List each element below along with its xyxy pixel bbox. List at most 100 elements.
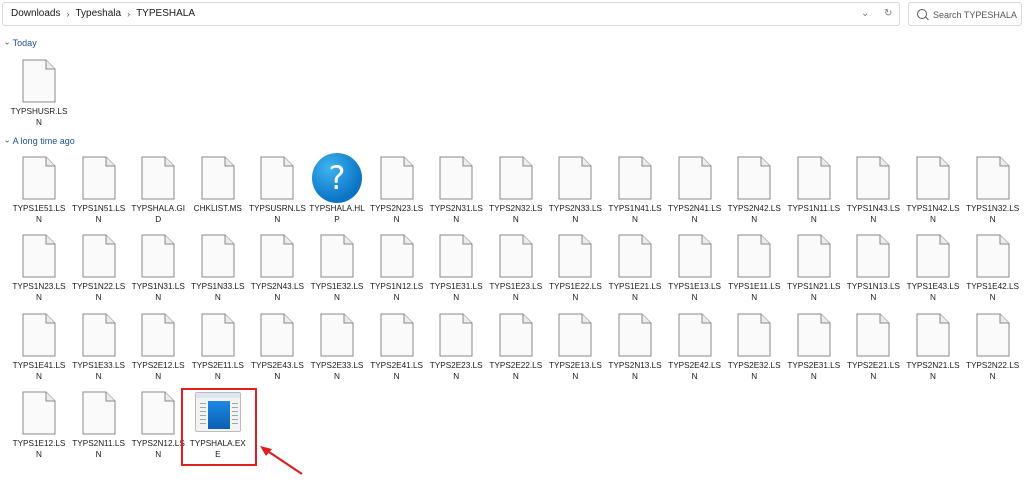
file-item[interactable]: TYPS1N33.LSN (189, 231, 247, 303)
document-icon (189, 310, 247, 360)
file-item[interactable]: TYPS1E13.LSN (666, 231, 724, 303)
file-item[interactable]: TYPS1E42.LSN (964, 231, 1022, 303)
file-item[interactable]: ? TYPSHALA.HLP (308, 153, 366, 225)
blank-page-icon (916, 313, 950, 357)
file-item[interactable]: TYPS2N12.LSN (129, 388, 187, 460)
file-item[interactable]: TYPS1N42.LSN (904, 153, 962, 225)
file-item[interactable]: TYPS2E41.LSN (368, 310, 426, 382)
file-item[interactable]: TYPS2E43.LSN (248, 310, 306, 382)
file-item[interactable]: TYPS2E11.LSN (189, 310, 247, 382)
blank-page-icon (82, 313, 116, 357)
document-icon (725, 231, 783, 281)
blank-page-icon (380, 156, 414, 200)
blank-page-icon (737, 234, 771, 278)
document-icon (964, 310, 1022, 360)
file-item[interactable]: TYPS2E23.LSN (427, 310, 485, 382)
chevron-right-icon: › (66, 8, 70, 19)
search-input[interactable] (933, 7, 1021, 22)
file-item[interactable]: TYPS2E31.LSN (785, 310, 843, 382)
file-item[interactable]: TYPS1E22.LSN (546, 231, 604, 303)
group-long-ago[interactable]: › A long time ago (3, 136, 75, 146)
file-item[interactable]: TYPS2N11.LSN (70, 388, 128, 460)
file-item[interactable]: CHKLIST.MS (189, 153, 247, 214)
file-item[interactable]: TYPS2E22.LSN (487, 310, 545, 382)
file-item[interactable]: TYPSUSRN.LSN (248, 153, 306, 225)
file-name: TYPS2E33.LSN (310, 361, 364, 381)
highlight-box (181, 388, 257, 466)
file-item[interactable]: TYPS1E51.LSN (10, 153, 68, 225)
breadcrumb-downloads[interactable]: Downloads (9, 8, 62, 19)
file-item[interactable]: TYPSHUSR.LSN (10, 56, 68, 128)
group-today[interactable]: › Today (2, 38, 37, 48)
file-item[interactable]: TYPS1E11.LSN (725, 231, 783, 303)
file-item[interactable]: TYPS1E43.LSN (904, 231, 962, 303)
blank-page-icon (82, 391, 116, 435)
file-item[interactable]: TYPS1N13.LSN (844, 231, 902, 303)
file-item[interactable]: TYPS2E21.LSN (844, 310, 902, 382)
file-item[interactable]: TYPS1N21.LSN (785, 231, 843, 303)
file-item[interactable]: TYPS1N22.LSN (70, 231, 128, 303)
breadcrumb-typeshala-folder[interactable]: TYPESHALA (134, 8, 197, 19)
document-icon (10, 153, 68, 203)
document-icon (427, 153, 485, 203)
blank-page-icon (618, 156, 652, 200)
file-item[interactable]: TYPS2E33.LSN (308, 310, 366, 382)
file-item[interactable]: TYPS2N23.LSN (368, 153, 426, 225)
document-icon (606, 231, 664, 281)
file-item[interactable]: TYPS1E21.LSN (606, 231, 664, 303)
file-item[interactable]: TYPS2E42.LSN (666, 310, 724, 382)
file-item[interactable]: TYPS1E33.LSN (70, 310, 128, 382)
file-item[interactable]: TYPS2N33.LSN (546, 153, 604, 225)
blank-page-icon (499, 156, 533, 200)
search-box[interactable] (908, 2, 1022, 26)
file-item[interactable]: TYPS2N42.LSN (725, 153, 783, 225)
address-bar[interactable]: Downloads › Typeshala › TYPESHALA ⌄ ↻ (2, 2, 900, 26)
file-item[interactable]: TYPS1E32.LSN (308, 231, 366, 303)
file-item[interactable]: TYPS1E23.LSN (487, 231, 545, 303)
file-item[interactable]: TYPS1N51.LSN (70, 153, 128, 225)
file-item[interactable]: TYPS1N32.LSN (964, 153, 1022, 225)
file-item[interactable]: TYPS2N22.LSN (964, 310, 1022, 382)
file-item[interactable]: TYPS2E12.LSN (129, 310, 187, 382)
file-item[interactable]: TYPSHALA.GID (129, 153, 187, 225)
file-item[interactable]: TYPS1N41.LSN (606, 153, 664, 225)
file-item[interactable]: TYPS1N43.LSN (844, 153, 902, 225)
file-item[interactable]: TYPS1N23.LSN (10, 231, 68, 303)
blank-page-icon (558, 313, 592, 357)
file-name: TYPS1N51.LSN (71, 204, 126, 224)
file-name: TYPSHALA.HLP (309, 204, 365, 224)
file-item[interactable]: TYPS2N21.LSN (904, 310, 962, 382)
question-mark-icon: ? (312, 153, 362, 203)
file-item[interactable]: TYPS2N13.LSN (606, 310, 664, 382)
file-item[interactable]: TYPS1E31.LSN (427, 231, 485, 303)
chevron-down-icon[interactable]: ⌄ (861, 7, 869, 21)
document-icon (844, 153, 902, 203)
group-label-long-ago: A long time ago (12, 136, 75, 146)
file-item[interactable]: TYPS1N31.LSN (129, 231, 187, 303)
breadcrumb-typeshala[interactable]: Typeshala (73, 8, 123, 19)
file-name: TYPS2E41.LSN (370, 361, 423, 381)
file-item[interactable]: TYPS2N41.LSN (666, 153, 724, 225)
blank-page-icon (797, 313, 831, 357)
file-item[interactable]: TYPS1N12.LSN (368, 231, 426, 303)
file-item[interactable]: TYPS2E13.LSN (546, 310, 604, 382)
file-name: TYPS1E12.LSN (12, 439, 66, 459)
file-item[interactable]: TYPS1E12.LSN (10, 388, 68, 460)
blank-page-icon (618, 313, 652, 357)
blank-page-icon (82, 156, 116, 200)
refresh-icon[interactable]: ↻ (884, 7, 892, 21)
file-item[interactable]: TYPS2N31.LSN (427, 153, 485, 225)
file-name: TYPS2N12.LSN (131, 439, 185, 459)
document-icon (189, 231, 247, 281)
chevron-down-icon: › (2, 41, 12, 45)
file-item[interactable]: TYPS2N43.LSN (248, 231, 306, 303)
blank-page-icon (797, 156, 831, 200)
file-name: TYPS1N21.LSN (787, 282, 841, 302)
file-name: TYPS1E42.LSN (966, 282, 1019, 302)
file-item[interactable]: TYPS2N32.LSN (487, 153, 545, 225)
file-item[interactable]: TYPS1N11.LSN (785, 153, 843, 225)
blank-page-icon (916, 234, 950, 278)
file-name: TYPS1E51.LSN (12, 204, 66, 224)
file-item[interactable]: TYPS2E32.LSN (725, 310, 783, 382)
file-item[interactable]: TYPS1E41.LSN (10, 310, 68, 382)
